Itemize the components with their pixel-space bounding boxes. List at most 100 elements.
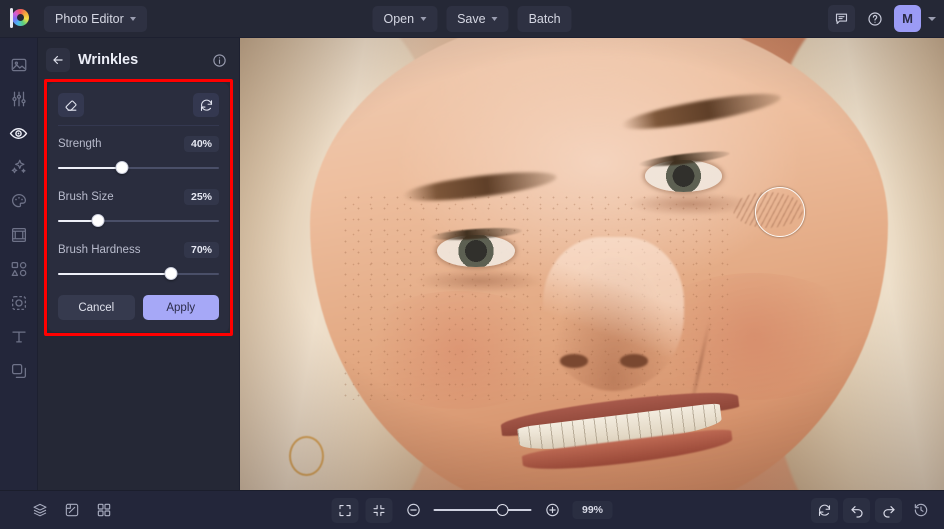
slider-value[interactable]: 40% <box>183 136 219 152</box>
comment-icon <box>835 13 848 25</box>
undo-icon <box>850 506 863 518</box>
redo-icon <box>882 506 895 518</box>
sidebar-item-text[interactable] <box>4 322 34 352</box>
back-button[interactable] <box>46 48 70 72</box>
eye-retouch-icon <box>9 127 28 139</box>
canvas-area <box>240 38 944 490</box>
zoom-slider-knob[interactable] <box>496 504 509 516</box>
panel-header: Wrinkles <box>38 38 239 82</box>
zoom-out-button[interactable] <box>400 498 427 523</box>
fit-screen-button[interactable] <box>331 497 359 523</box>
apply-label: Apply <box>166 301 196 314</box>
slider-knob[interactable] <box>115 161 129 174</box>
slider-brush-hardness: Brush Hardness 70% <box>58 242 219 281</box>
slider-fill <box>58 273 171 275</box>
save-label: Save <box>457 11 486 26</box>
sparkle-effects-icon <box>11 159 26 174</box>
open-button[interactable]: Open <box>372 5 438 32</box>
reset-icon <box>200 99 212 111</box>
slider-track[interactable] <box>58 161 219 175</box>
zoom-out-icon <box>406 503 420 517</box>
grid-icon <box>97 503 110 517</box>
workspace-selector[interactable]: Photo Editor <box>44 5 147 32</box>
bottom-left-tools <box>26 498 117 523</box>
tool-panel: Wrinkles Strength 40% Brush Size 25% Bru… <box>38 38 240 490</box>
cancel-button[interactable]: Cancel <box>58 295 135 320</box>
undo-button[interactable] <box>843 497 870 523</box>
refresh-icon <box>818 504 831 516</box>
sidebar-item-effects[interactable] <box>4 152 34 182</box>
info-button[interactable] <box>209 50 229 70</box>
history-button[interactable] <box>907 498 934 523</box>
shrink-icon <box>373 504 385 516</box>
account-actions: M <box>828 5 936 32</box>
batch-button[interactable]: Batch <box>517 5 572 32</box>
apply-button[interactable]: Apply <box>142 295 219 320</box>
zoom-level-value[interactable]: 99% <box>572 501 613 519</box>
shapes-icon <box>11 261 26 277</box>
zoom-slider[interactable] <box>433 503 532 517</box>
cancel-label: Cancel <box>78 301 115 314</box>
eraser-button[interactable] <box>58 93 84 117</box>
compare-button[interactable] <box>58 498 85 523</box>
feedback-button[interactable] <box>828 5 855 32</box>
photo-stage[interactable] <box>240 38 944 490</box>
eraser-icon <box>65 100 76 111</box>
slider-label: Brush Size <box>58 191 114 203</box>
help-button[interactable] <box>861 5 888 32</box>
avatar-initial: M <box>902 11 913 26</box>
zoom-slider-rail <box>433 509 532 511</box>
save-button[interactable]: Save <box>446 5 509 32</box>
reset-button[interactable] <box>193 93 219 117</box>
sidebar-item-color[interactable] <box>4 186 34 216</box>
tool-rail <box>0 38 38 490</box>
question-circle-icon <box>867 11 882 26</box>
panel-action-buttons: Cancel Apply <box>58 295 219 320</box>
chevron-down-icon <box>491 17 498 21</box>
open-label: Open <box>383 11 415 26</box>
bottom-toolbar: 99% <box>0 490 944 529</box>
slider-knob[interactable] <box>164 267 178 280</box>
arrow-left-icon <box>53 55 63 65</box>
history-icon <box>914 503 927 517</box>
sidebar-item-sticker[interactable] <box>4 288 34 318</box>
slider-label: Strength <box>58 138 102 150</box>
highlighted-controls-region: Strength 40% Brush Size 25% Brush Hardne… <box>44 79 233 336</box>
wrinkles-controls-card: Strength 40% Brush Size 25% Brush Hardne… <box>48 83 229 332</box>
adjustments-icon <box>11 91 26 107</box>
sidebar-item-retouch[interactable] <box>4 118 34 148</box>
info-circle-icon <box>212 53 226 67</box>
slider-value[interactable]: 25% <box>183 189 219 205</box>
avatar[interactable]: M <box>894 5 921 32</box>
account-chevron-down-icon[interactable] <box>928 16 936 21</box>
layers-stack-button[interactable] <box>26 498 53 523</box>
sidebar-item-image[interactable] <box>4 50 34 80</box>
refresh-button[interactable] <box>811 497 838 523</box>
layers-stack-icon <box>32 503 47 517</box>
slider-track[interactable] <box>58 267 219 281</box>
zoom-in-button[interactable] <box>539 498 566 523</box>
sticker-icon <box>11 295 26 311</box>
sidebar-item-shapes[interactable] <box>4 254 34 284</box>
zoom-in-icon <box>545 503 559 517</box>
slider-fill <box>58 167 123 169</box>
shrink-button[interactable] <box>365 497 393 523</box>
zoom-controls: 99% <box>331 497 613 523</box>
slider-brush-size: Brush Size 25% <box>58 189 219 228</box>
slider-knob[interactable] <box>91 214 105 227</box>
brush-mode-row <box>58 93 219 126</box>
edited-photo[interactable] <box>240 38 944 490</box>
sidebar-item-adjust[interactable] <box>4 84 34 114</box>
sidebar-item-frame[interactable] <box>4 220 34 250</box>
redo-button[interactable] <box>875 497 902 523</box>
slider-label: Brush Hardness <box>58 244 141 256</box>
chevron-down-icon <box>129 17 136 21</box>
app-logo[interactable] <box>0 0 38 38</box>
slider-strength: Strength 40% <box>58 136 219 175</box>
grid-button[interactable] <box>90 498 117 523</box>
slider-track[interactable] <box>58 214 219 228</box>
top-toolbar: Photo Editor Open Save Batch M <box>0 0 944 38</box>
slider-value[interactable]: 70% <box>183 242 219 258</box>
photo-editor-window: Photo Editor Open Save Batch M Wrinkles … <box>0 0 944 529</box>
sidebar-item-layers[interactable] <box>4 356 34 386</box>
